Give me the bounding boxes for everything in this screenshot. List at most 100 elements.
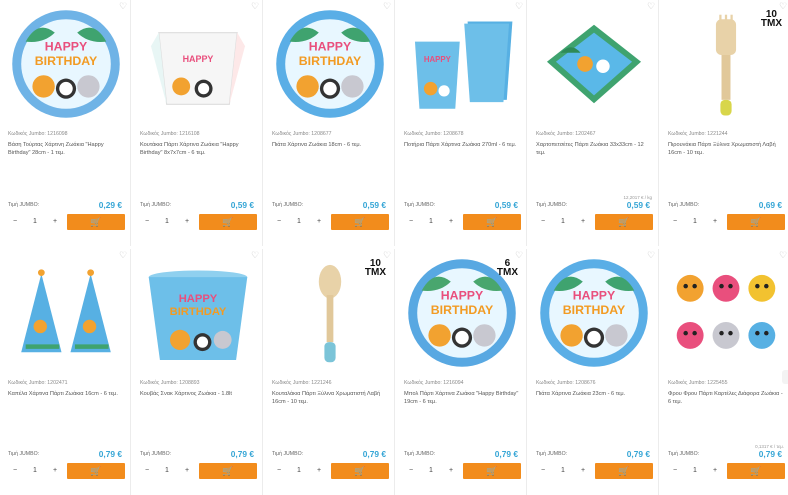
product-title[interactable]: Κουτάκια Πάρτι Χάρτινα Ζωάκια "Happy Bir… [140,141,256,158]
product-title[interactable]: Κουταλάκια Πάρτι Ξύλινα Χρωματιστή Λαβή … [272,390,388,407]
increase-button[interactable]: + [48,467,62,474]
product-code: Κωδικός Jumbo: 1221244 [668,131,728,137]
increase-button[interactable]: + [708,467,722,474]
decrease-button[interactable]: − [668,467,682,474]
decrease-button[interactable]: − [404,467,418,474]
product-title[interactable]: Ποτήρια Πάρτι Χάρτινα Ζωάκια 270ml - 6 τ… [404,141,520,149]
quantity-input[interactable]: 1 [424,218,438,225]
product-image[interactable]: HAPPY BIRTHDAY [270,8,389,120]
add-to-cart-button[interactable]: 🛒 [67,463,125,479]
product-card[interactable]: ♡ HAPPY Κωδικός Jumbo: 1208678 Ποτήρια Πάρτ… [396,0,527,246]
product-image[interactable]: HAPPY BIRTHDAY [138,257,257,369]
quantity-input[interactable]: 1 [688,218,702,225]
add-to-cart-button[interactable]: 🛒 [67,214,125,230]
decrease-button[interactable]: − [536,467,550,474]
price-label: Τιμή JUMBO: [140,202,172,208]
increase-button[interactable]: + [576,467,590,474]
decrease-button[interactable]: − [536,218,550,225]
add-to-cart-button[interactable]: 🛒 [463,214,521,230]
increase-button[interactable]: + [312,218,326,225]
quantity-input[interactable]: 1 [292,467,306,474]
decrease-button[interactable]: − [404,218,418,225]
product-price: 0,79 € [626,449,650,459]
increase-button[interactable]: + [444,467,458,474]
quantity-stepper: −1 + [8,214,62,229]
add-to-cart-button[interactable]: 🛒 [331,214,389,230]
quantity-stepper: −1 + [8,463,62,478]
product-card[interactable]: ♡ 10 ΤΜΧ Κωδικός Jumbo: 1221246 Κουταλάκια Π… [264,249,395,495]
product-code: Κωδικός Jumbo: 1221246 [272,380,332,386]
product-image[interactable]: HAPPY BIRTHDAY [534,257,653,369]
product-image[interactable] [534,8,653,120]
increase-button[interactable]: + [48,218,62,225]
increase-button[interactable]: + [444,218,458,225]
add-to-cart-button[interactable]: 🛒 [727,214,785,230]
increase-button[interactable]: + [180,218,194,225]
product-title[interactable]: Μπολ Πάρτι Χάρτινα Ζωάκια "Happy Birthda… [404,390,520,407]
decrease-button[interactable]: − [272,467,286,474]
product-code: Κωδικός Jumbo: 1202467 [536,131,596,137]
quantity-input[interactable]: 1 [160,218,174,225]
add-to-cart-button[interactable]: 🛒 [727,463,785,479]
product-card[interactable]: ♡ Κωδικός Jumbo: 1202471 Καπέλα Χάρτινα Π… [0,249,131,495]
decrease-button[interactable]: − [8,467,22,474]
product-code: Κωδικός Jumbo: 1216098 [8,131,68,137]
product-card[interactable]: ♡ HAPPY BIRTHDAY Κωδικός Jumbo: 1216098 Β… [0,0,131,246]
product-card[interactable]: ♡ HAPPY BIRTHDAY Κωδικός Jumbo: 1208676 Π… [528,249,659,495]
svg-text:HAPPY: HAPPY [44,40,87,54]
product-title[interactable]: Βάση Τούρτας Χάρτινη Ζωάκια "Happy Birth… [8,141,124,158]
quantity-input[interactable]: 1 [556,467,570,474]
increase-button[interactable]: + [576,218,590,225]
add-to-cart-button[interactable]: 🛒 [331,463,389,479]
increase-button[interactable]: + [708,218,722,225]
product-image[interactable]: HAPPY BIRTHDAY [6,8,125,120]
product-title[interactable]: Πιάτα Χάρτινα Ζωάκια 23cm - 6 τεμ. [536,390,652,398]
increase-button[interactable]: + [180,467,194,474]
price-label: Τιμή JUMBO: [536,202,568,208]
product-card[interactable]: ♡ Κωδικός Jumbo: 1225455 Φρου Φρου Πάρτι Κ… [660,249,788,495]
decrease-button[interactable]: − [140,218,154,225]
scroll-arrow[interactable] [782,370,788,384]
product-title[interactable]: Πιρουνάκια Πάρτι Ξύλινα Χρωματιστή Λαβή … [668,141,784,158]
product-title[interactable]: Κουβάς Σνακ Χάρτινος Ζωάκια - 1.8lt [140,390,256,398]
pieces-badge: 10 ΤΜΧ [760,9,782,29]
decrease-button[interactable]: − [668,218,682,225]
add-to-cart-button[interactable]: 🛒 [199,463,257,479]
svg-text:HAPPY: HAPPY [308,40,351,54]
product-title[interactable]: Χαρτοπετσέτες Πάρτι Ζωάκια 33x33cm - 12 … [536,141,652,158]
product-card[interactable]: ♡ 10 ΤΜΧ Κωδικός Jumbo: 1221244 Πιρουνάκια … [660,0,788,246]
quantity-input[interactable]: 1 [28,218,42,225]
increase-button[interactable]: + [312,467,326,474]
add-to-cart-button[interactable]: 🛒 [595,463,653,479]
product-card[interactable]: ♡ HAPPY BIRTHDAY Κωδικός Jumbo: 1208677 Π… [264,0,395,246]
product-title[interactable]: Καπέλα Χάρτινα Πάρτι Ζωάκια 16cm - 6 τεμ… [8,390,124,398]
add-to-cart-button[interactable]: 🛒 [595,214,653,230]
add-to-cart-button[interactable]: 🛒 [199,214,257,230]
product-image[interactable] [666,257,785,369]
product-price: 0,79 € [758,449,782,459]
quantity-input[interactable]: 1 [160,467,174,474]
decrease-button[interactable]: − [272,218,286,225]
quantity-input[interactable]: 1 [688,467,702,474]
quantity-stepper: −1 + [668,214,722,229]
quantity-input[interactable]: 1 [292,218,306,225]
product-card[interactable]: ♡ HAPPY Κωδικός Jumbo: 1216108 Κουτάκια Π… [132,0,263,246]
product-title[interactable]: Πιάτα Χάρτινα Ζωάκια 18cm - 6 τεμ. [272,141,388,149]
decrease-button[interactable]: − [140,467,154,474]
product-card[interactable]: ♡ HAPPY BIRTHDAY 6 ΤΜΧ Κωδικός Jumbo: 1216… [396,249,527,495]
product-title[interactable]: Φρου Φρου Πάρτι Καρτέλες Διάφορα Ζωάκια … [668,390,784,407]
quantity-input[interactable]: 1 [28,467,42,474]
quantity-stepper: −1 + [140,214,194,229]
product-grid: ♡ HAPPY BIRTHDAY Κωδικός Jumbo: 1216098 Β… [0,0,788,495]
price-label: Τιμή JUMBO: [404,451,436,457]
quantity-input[interactable]: 1 [424,467,438,474]
decrease-button[interactable]: − [8,218,22,225]
product-card[interactable]: ♡ Κωδικός Jumbo: 1202467 Χαρτοπετσέτες Πά… [528,0,659,246]
product-image[interactable] [6,257,125,369]
product-card[interactable]: ♡ HAPPY BIRTHDAY Κωδικός Jumbo: 1208893 Κ… [132,249,263,495]
product-image[interactable]: HAPPY [138,8,257,120]
quantity-input[interactable]: 1 [556,218,570,225]
add-to-cart-button[interactable]: 🛒 [463,463,521,479]
product-image[interactable]: HAPPY [402,8,521,120]
product-price: 0,79 € [230,449,254,459]
